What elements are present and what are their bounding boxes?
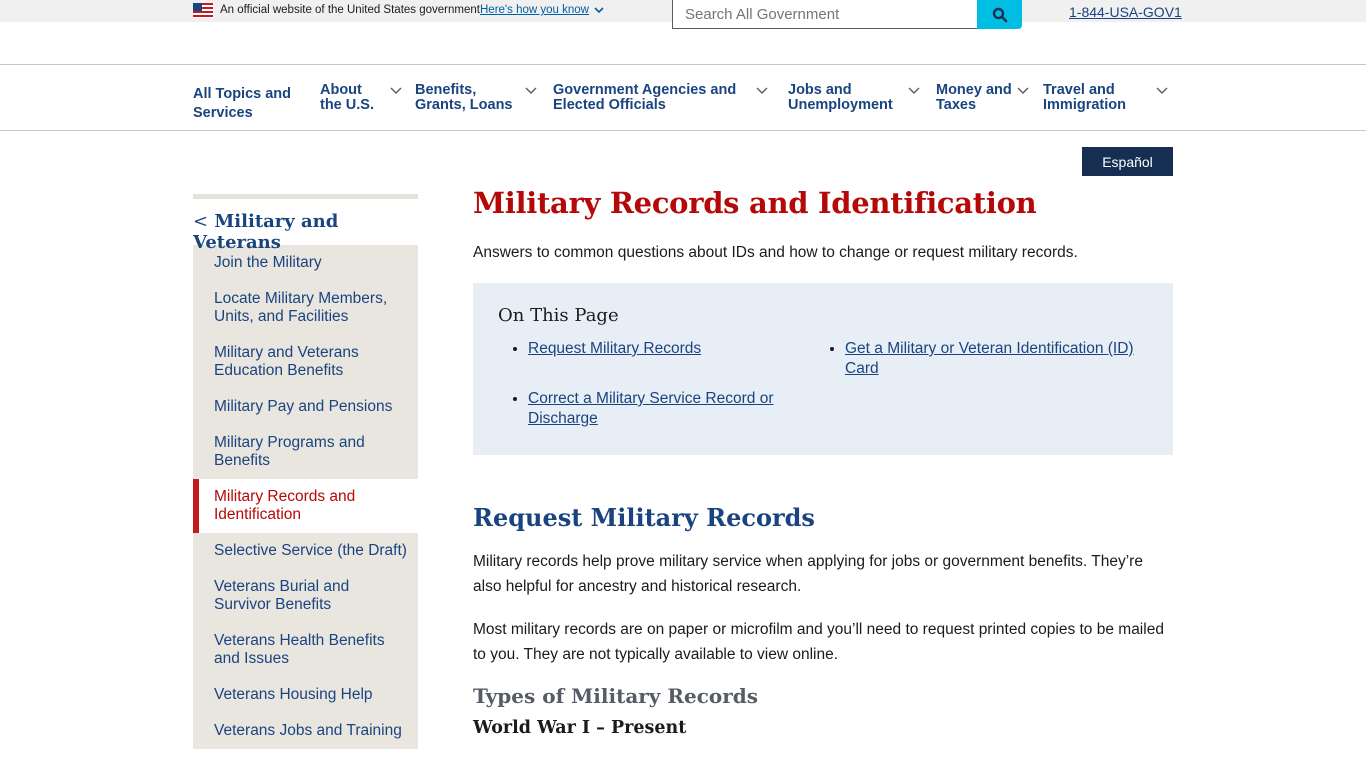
sidebar-item-jobs-training[interactable]: Veterans Jobs and Training [193, 713, 418, 749]
sidebar-item-selective-service[interactable]: Selective Service (the Draft) [193, 533, 418, 569]
chevron-down-icon[interactable] [593, 4, 605, 16]
sidebar-item-health-benefits[interactable]: Veterans Health Benefits and Issues [193, 623, 418, 677]
nav-item-label: Government Agencies and Elected Official… [553, 82, 737, 113]
nav-item-government-agencies[interactable]: Government Agencies and Elected Official… [553, 83, 743, 113]
chevron-down-icon[interactable] [1156, 87, 1168, 95]
on-this-page-list: Get a Military or Veteran Identification… [845, 339, 1155, 389]
sidebar-item-housing-help[interactable]: Veterans Housing Help [193, 677, 418, 713]
main-navigation: All Topics and Services About the U.S. B… [0, 64, 1366, 131]
list-item: Get a Military or Veteran Identification… [845, 339, 1155, 379]
site-search [672, 0, 1022, 29]
chevron-down-icon[interactable] [1017, 87, 1029, 95]
espanol-language-button[interactable]: Español [1082, 147, 1173, 176]
sidebar-item-programs-benefits[interactable]: Military Programs and Benefits [193, 425, 418, 479]
nav-item-travel-immigration[interactable]: Travel and Immigration [1043, 83, 1138, 113]
search-input[interactable] [672, 0, 978, 29]
nav-item-about-us[interactable]: About the U.S. [320, 83, 390, 113]
chevron-down-icon[interactable] [756, 87, 768, 95]
otp-link-correct-record[interactable]: Correct a Military Service Record or Dis… [528, 390, 773, 427]
nav-item-money-taxes[interactable]: Money and Taxes [936, 83, 1014, 113]
otp-link-request-records[interactable]: Request Military Records [528, 340, 701, 357]
otp-link-id-card[interactable]: Get a Military or Veteran Identification… [845, 340, 1134, 377]
sidebar-item-pay-pensions[interactable]: Military Pay and Pensions [193, 389, 418, 425]
nav-item-label: About the U.S. [320, 82, 374, 113]
nav-item-label: Money and Taxes [936, 82, 1012, 113]
on-this-page-heading: On This Page [498, 305, 619, 326]
phone-number-link[interactable]: 1-844-USA-GOV1 [1069, 4, 1182, 20]
us-flag-icon [193, 3, 213, 18]
nav-item-jobs[interactable]: Jobs and Unemployment [788, 83, 898, 113]
nav-item-all-topics[interactable]: All Topics and Services [193, 83, 303, 123]
main-content: Military Records and Identification Answ… [473, 186, 1173, 738]
list-item: Correct a Military Service Record or Dis… [528, 389, 798, 429]
nav-item-benefits[interactable]: Benefits, Grants, Loans [415, 83, 520, 113]
list-item: Request Military Records [528, 339, 798, 359]
search-icon [992, 7, 1007, 22]
nav-item-label: All Topics and Services [193, 86, 292, 121]
subheading-wwi-present: World War I – Present [473, 718, 687, 738]
sidebar-back-link[interactable]: < Military and Veterans [193, 199, 418, 253]
on-this-page-list: Request Military Records Correct a Milit… [528, 339, 798, 439]
paragraph: Military records help prove military ser… [473, 553, 1143, 595]
sidebar-item-education-benefits[interactable]: Military and Veterans Education Benefits [193, 335, 418, 389]
chevron-down-icon[interactable] [908, 87, 920, 95]
back-chevron-icon: < [193, 211, 209, 232]
paragraph: Most military records are on paper or mi… [473, 621, 1164, 663]
sidebar-item-records-identification[interactable]: Military Records and Identification [193, 479, 418, 533]
nav-item-label: Travel and Immigration [1043, 82, 1126, 113]
official-website-text: An official website of the United States… [220, 4, 480, 16]
page-intro: Answers to common questions about IDs an… [473, 244, 1078, 261]
sidebar-navigation: < Military and Veterans Join the Militar… [193, 194, 418, 749]
search-button[interactable] [977, 0, 1022, 29]
heres-how-you-know-link[interactable]: Here's how you know [480, 4, 589, 16]
nav-item-label: Benefits, Grants, Loans [415, 82, 513, 113]
on-this-page-box: On This Page Request Military Records Co… [473, 283, 1173, 455]
chevron-down-icon[interactable] [525, 87, 537, 95]
sidebar-list: Join the Military Locate Military Member… [193, 245, 418, 749]
page-title: Military Records and Identification [473, 186, 1037, 220]
chevron-down-icon[interactable] [390, 87, 402, 95]
sidebar-item-locate-members[interactable]: Locate Military Members, Units, and Faci… [193, 281, 418, 335]
sidebar-item-burial-survivor[interactable]: Veterans Burial and Survivor Benefits [193, 569, 418, 623]
subheading-types-of-records: Types of Military Records [473, 684, 759, 708]
section-heading-request-records: Request Military Records [473, 503, 815, 532]
nav-item-label: Jobs and Unemployment [788, 82, 893, 113]
